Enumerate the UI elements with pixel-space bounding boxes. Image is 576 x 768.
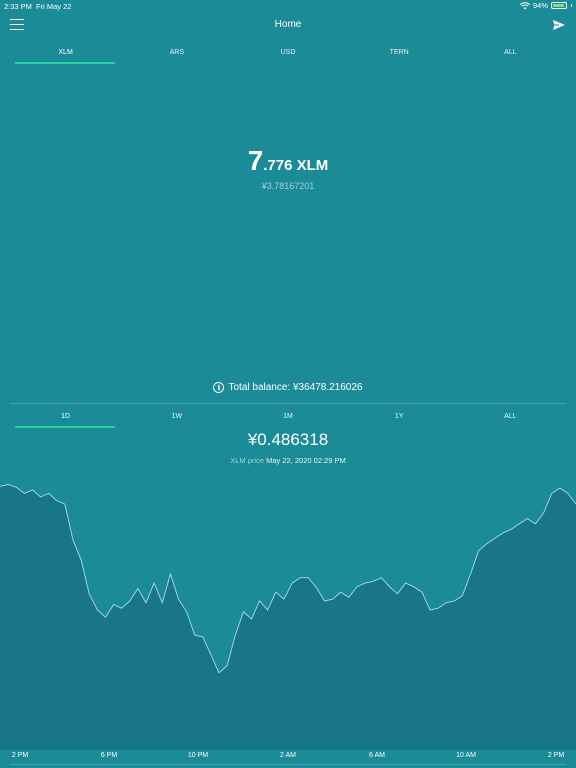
tab-all[interactable]: ALL [455,44,566,62]
info-icon[interactable]: i [213,382,225,393]
balance-amount: 7.776 XLM [0,145,576,177]
battery-percent: 94% [532,1,548,10]
tab-1y[interactable]: 1Y [344,408,455,426]
time-range-tabs: 1D 1W 1M 1Y ALL [10,408,566,428]
price-chart[interactable] [0,470,576,750]
tab-all-range[interactable]: ALL [455,408,566,426]
total-balance-text: Total balance: ¥36478.216026 [228,382,363,393]
balance-fraction-unit: .776 XLM [263,157,329,174]
x-tick-label: 2 PM [547,752,565,759]
navigation-bar: Home [0,12,576,40]
tab-1w[interactable]: 1W [121,408,232,426]
tab-xlm[interactable]: XLM [10,44,121,62]
send-icon[interactable] [552,18,566,32]
current-price: ¥0.486318 [247,430,329,449]
tab-1d[interactable]: 1D [10,408,121,426]
status-indicators: 94% [519,1,572,10]
status-time: 2:33 PM [4,2,32,11]
divider [10,403,566,404]
x-tick-label: 2 AM [280,752,296,759]
tab-tern[interactable]: TERN [344,44,455,62]
x-axis-labels: 2 PM 6 PM 10 PM 2 AM 6 AM 10 AM 2 PM [0,752,576,762]
status-date: Fri May 22 [36,2,72,11]
chart-area [0,484,576,750]
price-label: XLM price [230,456,265,465]
bottom-divider [10,764,566,765]
tab-ars[interactable]: ARS [121,44,232,62]
currency-tabs: XLM ARS USD TERN ALL [10,44,566,64]
balance-fiat-value: ¥3.78167201 [261,181,315,191]
active-tab-indicator [15,62,115,64]
tab-usd[interactable]: USD [232,44,343,62]
x-tick-label: 10 PM [187,752,209,759]
wifi-icon [519,1,530,9]
x-tick-label: 10 AM [456,752,476,759]
active-range-indicator [15,426,115,428]
x-tick-label: 6 PM [100,752,118,759]
x-tick-label: 2 PM [11,752,29,759]
x-tick-label: 6 AM [369,752,385,759]
total-balance[interactable]: i Total balance: ¥36478.216026 [0,382,576,393]
page-title: Home [274,19,302,30]
tab-1m[interactable]: 1M [232,408,343,426]
battery-icon [551,2,567,9]
status-bar: 2:33 PM Fri May 22 94% [0,0,576,12]
price-caption: XLM price May 22, 2020 02:29 PM [0,456,576,465]
battery-tip [570,4,572,7]
price-timestamp: May 22, 2020 02:29 PM [266,456,346,465]
balance-integer: 7 [247,145,264,176]
